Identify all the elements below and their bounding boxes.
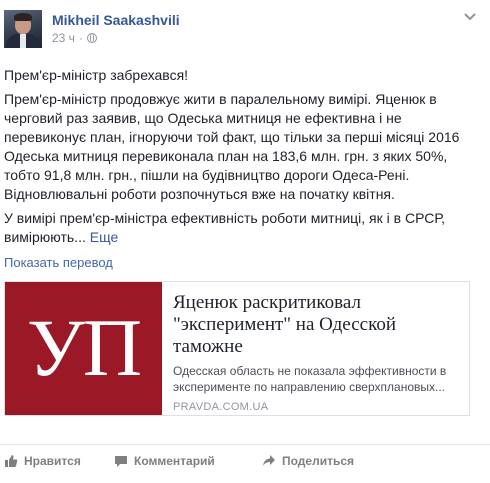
author-name[interactable]: Mikheil Saakashvili: [52, 12, 180, 28]
avatar-hair: [14, 13, 32, 21]
post-text-line: Одеська митниця перевиконала план на 183…: [4, 148, 448, 164]
card-description: Одесская область не показала эффективнос…: [173, 363, 463, 395]
card-description-line: Одесская область не показала эффективнос…: [173, 364, 447, 378]
translate-link[interactable]: Показать перевод: [4, 255, 113, 270]
see-more-link[interactable]: Еще: [90, 229, 119, 245]
post-paragraph-truncated: У вимірі прем'єр-міністра ефективність р…: [4, 209, 474, 247]
post-text-line: Прем'єр-міністр продовжує жити в паралел…: [4, 91, 437, 107]
link-preview-card[interactable]: УП Яценюк раскритиковал "эксперимент" на…: [4, 281, 470, 416]
post-text-line: У вимірі прем'єр-міністра ефективність р…: [4, 210, 445, 226]
post-paragraph: Прем'єр-міністр продовжує жити в паралел…: [4, 90, 474, 204]
post-headline: Прем'єр-міністр забрехався!: [4, 67, 189, 83]
post-actions-bar: Нравится Комментарий Поделиться: [0, 454, 490, 476]
comment-icon: [115, 456, 127, 467]
chevron-down-icon[interactable]: [464, 12, 476, 22]
post-timestamp[interactable]: 23 ч: [52, 31, 75, 45]
share-icon: [263, 455, 275, 466]
card-title-line: Яценюк раскритиковал: [173, 292, 361, 313]
post-text-line: перевиконує план, ігноруючи той факт, що…: [4, 129, 460, 145]
card-thumbnail[interactable]: УП: [5, 282, 162, 415]
comment-button[interactable]: Комментарий: [114, 454, 215, 468]
like-label: Нравится: [24, 454, 81, 468]
actions-divider: [0, 444, 490, 445]
globe-icon[interactable]: [86, 33, 97, 43]
like-button[interactable]: Нравится: [4, 454, 81, 468]
card-title-line: "эксперимент" на Одесской: [173, 314, 396, 335]
post-text-line: черговий раз заявив, що Одеська митниця …: [4, 110, 402, 126]
post-meta: 23 ч ·: [52, 31, 97, 45]
share-label: Поделиться: [282, 454, 355, 468]
share-button[interactable]: Поделиться: [262, 454, 354, 468]
card-domain: PRAVDA.COM.UA: [173, 401, 269, 413]
comment-label: Комментарий: [134, 454, 215, 468]
avatar[interactable]: [4, 10, 42, 48]
post-text-line: тобто 91,8 млн. грн., пішли на будівницт…: [4, 167, 410, 183]
avatar-shirt: [20, 34, 26, 48]
card-description-line: эксперименте по направлению сверхплановы…: [173, 380, 445, 394]
card-title-line: таможне: [173, 336, 243, 357]
up-logo: УП: [26, 302, 142, 393]
meta-separator: ·: [78, 31, 83, 45]
post-text-line: Відновлювальні роботи розпочнуться вже н…: [4, 186, 395, 202]
thumbs-up-icon: [5, 455, 18, 467]
facebook-post: Mikheil Saakashvili 23 ч · Прем'єр-мініс…: [0, 0, 490, 483]
post-text-fragment: вимірюють...: [4, 229, 86, 245]
card-title[interactable]: Яценюк раскритиковал "эксперимент" на Од…: [173, 292, 463, 358]
post-text-line-last: вимірюють... Еще: [4, 228, 474, 247]
